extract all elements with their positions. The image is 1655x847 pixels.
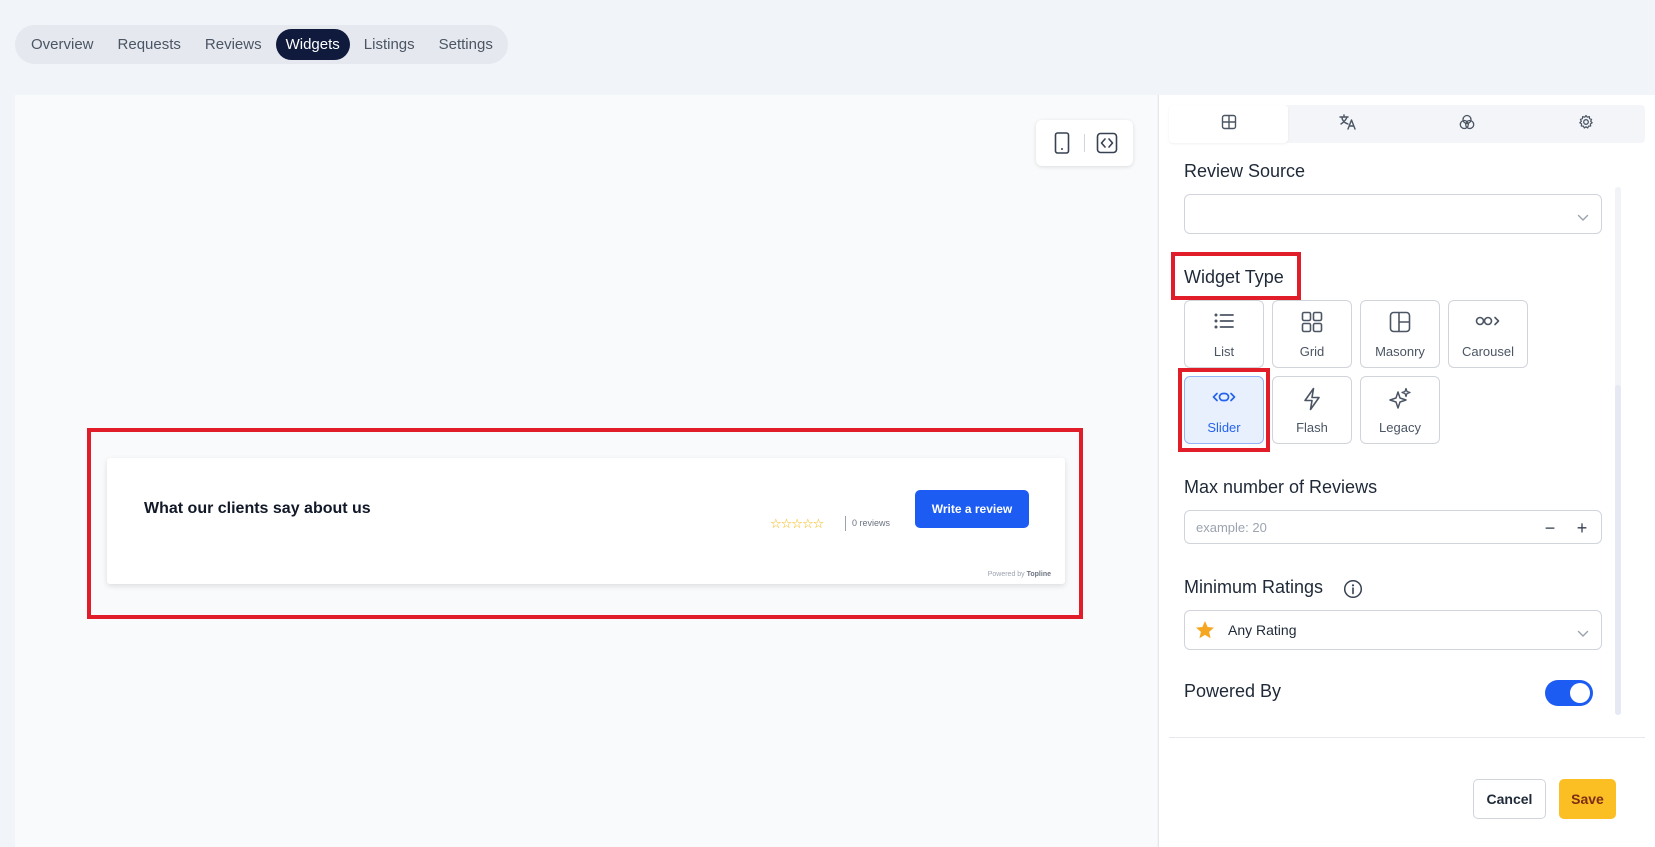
- powered-by-label: Powered By: [1184, 681, 1282, 701]
- powered-by-brand: Topline: [1026, 571, 1051, 578]
- widget-type-flash[interactable]: Flash: [1272, 376, 1352, 444]
- tab-overview[interactable]: Overview: [21, 29, 104, 60]
- minimum-ratings-select[interactable]: Any Rating: [1184, 610, 1602, 650]
- widget-review-count: 0 reviews: [852, 518, 891, 528]
- translate-icon: [1338, 113, 1357, 135]
- decrement-button[interactable]: −: [1537, 515, 1563, 541]
- chevron-down-icon: [1577, 209, 1589, 227]
- slider-icon: [1185, 387, 1263, 407]
- sparkles-icon: [1361, 387, 1439, 411]
- top-nav-tabs: Overview Requests Reviews Widgets Listin…: [15, 25, 508, 64]
- cancel-button[interactable]: Cancel: [1473, 779, 1546, 819]
- powered-by-toggle[interactable]: [1545, 680, 1593, 706]
- widget-type-label-list: List: [1213, 344, 1235, 359]
- powered-by-footer: Powered by Topline: [988, 571, 1051, 578]
- review-widget-card: What our clients say about us 0.00 ☆☆☆☆☆…: [107, 458, 1065, 584]
- widget-settings-panel: Review Source Widget Type List Grid Maso…: [1158, 95, 1655, 847]
- widget-type-label-carousel: Carousel: [1461, 344, 1515, 359]
- widget-type-masonry[interactable]: Masonry: [1360, 300, 1440, 368]
- widget-type-legacy[interactable]: Legacy: [1360, 376, 1440, 444]
- widget-type-label-flash: Flash: [1296, 420, 1328, 435]
- widget-type-list[interactable]: List: [1184, 300, 1264, 368]
- preview-toolbar: [1036, 120, 1133, 166]
- grid-icon: [1273, 311, 1351, 333]
- max-reviews-label: Max number of Reviews: [1184, 477, 1378, 497]
- panel-scroll-thumb[interactable]: [1615, 385, 1621, 715]
- review-source-label: Review Source: [1184, 161, 1306, 181]
- flash-icon: [1273, 387, 1351, 411]
- palette-icon: [1459, 114, 1475, 135]
- max-reviews-stepper: example: 20 − +: [1184, 510, 1602, 544]
- gear-icon: [1578, 114, 1594, 135]
- widget-type-grid[interactable]: Grid: [1272, 300, 1352, 368]
- tab-reviews[interactable]: Reviews: [195, 29, 272, 60]
- layout-icon: [1221, 114, 1237, 135]
- list-icon: [1185, 311, 1263, 331]
- max-reviews-input[interactable]: example: 20: [1196, 520, 1267, 535]
- tab-widgets[interactable]: Widgets: [275, 29, 350, 60]
- code-icon[interactable]: [1093, 129, 1121, 157]
- minimum-ratings-label: Minimum Ratings: [1184, 577, 1324, 597]
- widget-type-label-grid: Grid: [1299, 344, 1325, 359]
- widget-type-label-masonry: Masonry: [1375, 344, 1425, 359]
- tab-listings[interactable]: Listings: [354, 29, 425, 60]
- masonry-icon: [1361, 311, 1439, 333]
- minimum-ratings-value: Any Rating: [1228, 622, 1297, 638]
- star-rating-icon: ☆☆☆☆☆: [770, 516, 824, 531]
- widget-type-label-slider: Slider: [1207, 420, 1241, 435]
- tab-requests[interactable]: Requests: [108, 29, 191, 60]
- info-icon[interactable]: [1343, 579, 1363, 604]
- widget-title: What our clients say about us: [144, 500, 371, 517]
- settings-tabs: [1169, 105, 1645, 143]
- star-icon: [1195, 620, 1215, 645]
- carousel-icon: [1449, 311, 1527, 331]
- powered-by-text: Powered by: [987, 571, 1025, 578]
- mobile-icon[interactable]: [1048, 129, 1076, 157]
- widget-type-carousel[interactable]: Carousel: [1448, 300, 1528, 368]
- increment-button[interactable]: +: [1569, 515, 1595, 541]
- tab-settings[interactable]: Settings: [429, 29, 503, 60]
- toolbar-divider: [1084, 134, 1085, 152]
- toggle-knob: [1570, 683, 1590, 703]
- tab-settings-panel[interactable]: [1526, 105, 1645, 143]
- widget-type-label-legacy: Legacy: [1379, 420, 1421, 435]
- widget-type-label: Widget Type: [1184, 267, 1284, 287]
- tab-style[interactable]: [1407, 105, 1526, 143]
- tab-translate[interactable]: [1288, 105, 1407, 143]
- save-button[interactable]: Save: [1559, 779, 1616, 819]
- widget-separator: [845, 516, 846, 531]
- write-review-button[interactable]: Write a review: [915, 490, 1029, 528]
- panel-footer-divider: [1169, 737, 1645, 738]
- widget-type-slider[interactable]: Slider: [1184, 376, 1264, 444]
- tab-layout[interactable]: [1169, 105, 1288, 143]
- chevron-down-icon: [1577, 625, 1589, 643]
- review-source-select[interactable]: [1184, 194, 1602, 234]
